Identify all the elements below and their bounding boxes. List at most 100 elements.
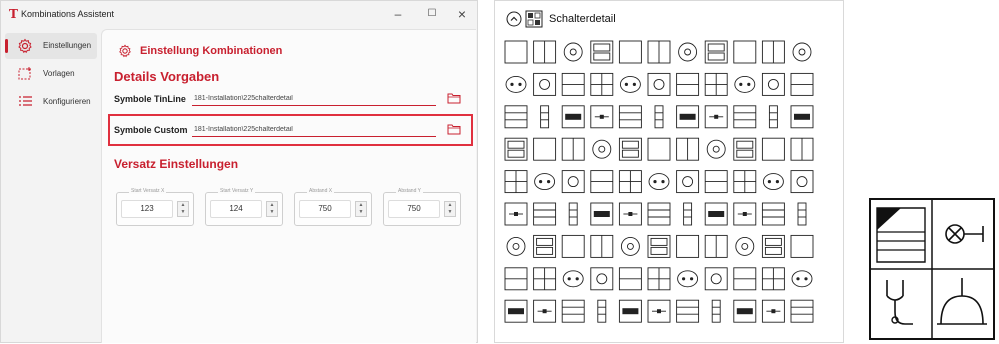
symbol-tile[interactable] — [618, 170, 642, 194]
spinner-control[interactable]: ▲ ▼ — [444, 201, 456, 217]
symbol-tile[interactable] — [647, 234, 671, 258]
symbol-tile[interactable] — [504, 40, 528, 64]
symbol-tile[interactable] — [683, 202, 693, 226]
symbol-tile[interactable] — [735, 236, 755, 256]
symbol-tile[interactable] — [647, 72, 671, 96]
symbol-tile[interactable] — [704, 105, 728, 129]
symbol-tile[interactable] — [590, 202, 614, 226]
symbol-tile[interactable] — [761, 40, 785, 64]
symbol-tile[interactable] — [676, 137, 700, 161]
symbol-tile[interactable] — [761, 299, 785, 323]
symbol-tile[interactable] — [533, 234, 557, 258]
symbol-tile[interactable] — [620, 236, 640, 256]
minimize-button[interactable]: – — [385, 5, 411, 23]
symbol-tile[interactable] — [761, 202, 785, 226]
symbol-tile[interactable] — [561, 137, 585, 161]
symbol-tile[interactable] — [590, 72, 614, 96]
symbol-tile[interactable] — [504, 299, 528, 323]
start-offset-y-input[interactable]: 124 — [210, 200, 262, 218]
symbol-tile[interactable] — [506, 236, 526, 256]
symbol-tile[interactable] — [618, 40, 642, 64]
symbol-tile[interactable] — [761, 267, 785, 291]
symbol-tile[interactable] — [704, 72, 728, 96]
symbol-tile[interactable] — [733, 170, 757, 194]
symbol-tile[interactable] — [590, 40, 614, 64]
symbol-tile[interactable] — [768, 105, 778, 129]
tinline-path-input[interactable] — [192, 91, 436, 106]
symbol-tile[interactable] — [677, 270, 699, 288]
spinner-control[interactable]: ▲ ▼ — [177, 201, 189, 217]
symbol-tile[interactable] — [676, 234, 700, 258]
symbol-tile[interactable] — [590, 234, 614, 258]
distance-y-input[interactable]: 750 — [388, 200, 440, 218]
symbol-tile[interactable] — [533, 137, 557, 161]
symbol-tile[interactable] — [619, 75, 641, 93]
symbol-tile[interactable] — [648, 173, 670, 191]
symbol-tile[interactable] — [704, 267, 728, 291]
symbol-tile[interactable] — [504, 137, 528, 161]
symbol-tile[interactable] — [790, 170, 814, 194]
symbol-tile[interactable] — [618, 105, 642, 129]
symbol-tile[interactable] — [761, 234, 785, 258]
symbol-tile[interactable] — [733, 105, 757, 129]
sidebar-item-einstellungen[interactable]: Einstellungen — [5, 33, 97, 59]
symbol-tile[interactable] — [568, 202, 578, 226]
symbol-tile[interactable] — [504, 170, 528, 194]
symbol-tile[interactable] — [791, 270, 813, 288]
close-button[interactable]: × — [449, 5, 475, 23]
symbol-tile[interactable] — [592, 139, 612, 159]
sidebar-item-konfigurieren[interactable]: Konfigurieren — [5, 89, 97, 115]
symbol-tile[interactable] — [704, 202, 728, 226]
symbol-tile[interactable] — [561, 105, 585, 129]
symbol-tile[interactable] — [761, 137, 785, 161]
symbol-tile[interactable] — [647, 202, 671, 226]
symbol-tile[interactable] — [534, 173, 556, 191]
collapse-up-icon[interactable] — [506, 11, 522, 27]
symbol-tile[interactable] — [533, 267, 557, 291]
symbol-tile[interactable] — [561, 72, 585, 96]
symbol-tile[interactable] — [562, 270, 584, 288]
symbol-tile[interactable] — [678, 42, 698, 62]
symbol-tile[interactable] — [504, 267, 528, 291]
symbol-tile[interactable] — [647, 137, 671, 161]
symbol-tile[interactable] — [704, 40, 728, 64]
symbol-tile[interactable] — [540, 105, 550, 129]
symbol-tile[interactable] — [590, 105, 614, 129]
symbol-tile[interactable] — [676, 105, 700, 129]
symbol-tile[interactable] — [733, 299, 757, 323]
start-offset-x-input[interactable]: 123 — [121, 200, 173, 218]
symbol-tile[interactable] — [533, 299, 557, 323]
folder-icon[interactable] — [447, 124, 461, 135]
symbol-tile[interactable] — [734, 75, 756, 93]
symbol-tile[interactable] — [733, 267, 757, 291]
symbol-tile[interactable] — [533, 202, 557, 226]
symbol-tile[interactable] — [790, 105, 814, 129]
symbol-tile[interactable] — [790, 137, 814, 161]
symbol-tile[interactable] — [533, 72, 557, 96]
symbol-tile[interactable] — [790, 299, 814, 323]
symbol-tile[interactable] — [711, 299, 721, 323]
symbol-tile[interactable] — [618, 137, 642, 161]
maximize-button[interactable]: ☐ — [419, 5, 445, 23]
symbol-tile[interactable] — [733, 40, 757, 64]
symbol-tile[interactable] — [706, 139, 726, 159]
spinner-control[interactable]: ▲ ▼ — [266, 201, 278, 217]
symbol-tile[interactable] — [761, 72, 785, 96]
symbol-tile[interactable] — [790, 72, 814, 96]
symbol-tile[interactable] — [618, 202, 642, 226]
distance-x-input[interactable]: 750 — [299, 200, 351, 218]
symbol-tile[interactable] — [504, 105, 528, 129]
symbol-tile[interactable] — [590, 267, 614, 291]
symbol-tile[interactable] — [647, 40, 671, 64]
symbol-tile[interactable] — [676, 299, 700, 323]
symbol-tile[interactable] — [792, 42, 812, 62]
symbol-tile[interactable] — [790, 234, 814, 258]
symbol-tile[interactable] — [762, 173, 784, 191]
symbol-tile[interactable] — [733, 202, 757, 226]
symbol-tile[interactable] — [533, 40, 557, 64]
symbol-tile[interactable] — [590, 170, 614, 194]
symbol-tile[interactable] — [676, 72, 700, 96]
symbol-tile[interactable] — [561, 234, 585, 258]
symbol-tile[interactable] — [676, 170, 700, 194]
custom-path-input[interactable] — [192, 122, 436, 137]
